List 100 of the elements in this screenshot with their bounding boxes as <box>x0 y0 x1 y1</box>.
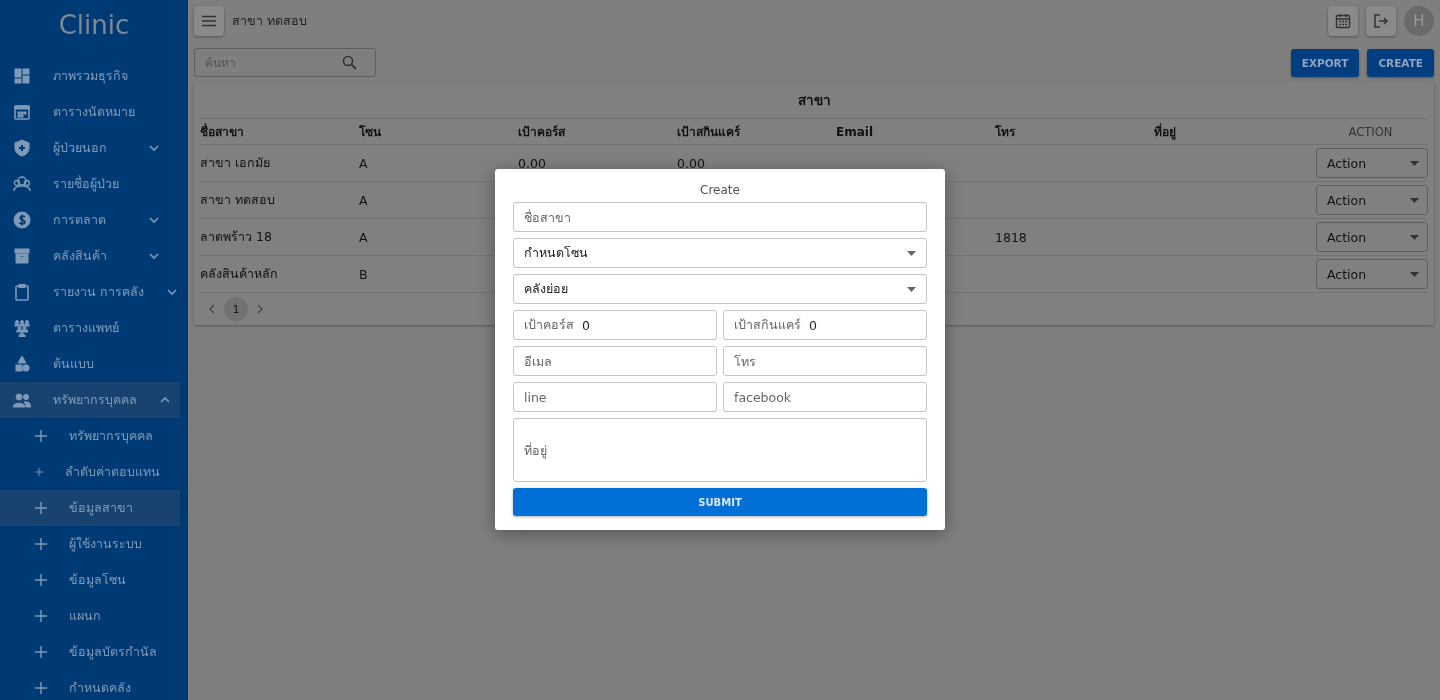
column-header: Email <box>836 124 875 139</box>
sidebar-subitem[interactable]: ข้อมูลบัตรกำนัล <box>0 634 180 670</box>
column-header: ที่อยู่ <box>1154 122 1177 141</box>
shield-plus-icon <box>13 139 31 157</box>
text-field[interactable]: facebook <box>723 382 927 412</box>
plus-icon <box>35 574 47 586</box>
caret-icon <box>907 250 916 256</box>
menu-icon <box>202 15 216 27</box>
chevron-icon <box>166 288 178 296</box>
sidebar-item[interactable]: ตารางนัดหมาย <box>0 94 180 130</box>
text-field[interactable]: ชื่อสาขา <box>513 202 927 232</box>
caret-icon <box>1410 271 1419 277</box>
table-cell-text: คลังสินค้าหลัก <box>200 265 279 283</box>
calendar-icon <box>13 103 31 121</box>
dialog-title: Create <box>699 183 741 197</box>
chevron-icon <box>148 216 160 224</box>
chevron-icon <box>148 144 160 152</box>
sidebar-group[interactable]: การตลาด <box>0 202 180 238</box>
sidebar-subitem[interactable]: ลำดับค่าตอบแทน <box>0 454 180 490</box>
plus-icon <box>35 610 47 622</box>
select-field[interactable]: กำหนดโซน <box>513 238 927 268</box>
action-dropdown[interactable]: Action <box>1316 185 1428 215</box>
chevron-icon <box>159 396 171 404</box>
plus-icon <box>35 502 47 514</box>
submit-button[interactable]: SUBMIT <box>513 488 927 516</box>
field-label: เป้าสกินแคร์ <box>734 316 801 334</box>
create-button[interactable]: CREATE <box>1367 48 1434 77</box>
sidebar-subitem[interactable]: ผู้ใช้งานระบบ <box>0 526 180 562</box>
dashboard-icon <box>13 67 31 85</box>
select-field[interactable]: คลังย่อย <box>513 274 927 304</box>
sidebar-subitem[interactable]: กำหนดคลัง <box>0 670 180 700</box>
people-grid-icon <box>13 319 31 337</box>
table-cell-text: สาขา เอกมัย <box>200 154 271 172</box>
sidebar-group[interactable]: ทรัพยากรบุคคล <box>0 382 180 418</box>
caret-icon <box>1410 197 1419 203</box>
text-field[interactable]: line <box>513 382 717 412</box>
caret-icon <box>907 286 916 292</box>
table-cell-text: ลาดพร้าว 18 <box>200 228 273 246</box>
plus-icon <box>35 466 43 478</box>
text-field[interactable]: โทร <box>723 346 927 376</box>
menu-button[interactable] <box>194 6 224 36</box>
table-cell-text: A <box>359 155 369 171</box>
people-icon <box>13 391 31 409</box>
field-label: เป้าคอร์ส <box>524 316 574 334</box>
plus-icon <box>35 538 47 550</box>
chevron-icon <box>148 252 160 260</box>
plus-icon <box>35 430 47 442</box>
shapes-icon <box>13 355 31 373</box>
search-icon <box>342 55 357 70</box>
action-dropdown[interactable]: Action <box>1316 222 1428 252</box>
sidebar-group[interactable]: คลังสินค้า <box>0 238 180 274</box>
column-header: เป้าคอร์ส <box>518 124 567 141</box>
sidebar-subitem[interactable]: แผนก <box>0 598 180 634</box>
sidebar-item[interactable]: ต้นแบบ <box>0 346 180 382</box>
sidebar-group[interactable]: ผู้ป่วยนอก <box>0 130 180 166</box>
calendar-button[interactable] <box>1328 6 1358 36</box>
table-cell-text: 0.00 <box>677 155 706 171</box>
sidebar-subitem[interactable]: ข้อมูลโซน <box>0 562 180 598</box>
sidebar-item[interactable]: รายชื่อผู้ป่วย <box>0 166 180 202</box>
action-dropdown[interactable]: Action <box>1316 148 1428 178</box>
number-field[interactable]: เป้าสกินแคร์ 0 <box>723 310 927 340</box>
column-header: ชื่อสาขา <box>200 122 245 141</box>
action-dropdown[interactable]: Action <box>1316 259 1428 289</box>
logout-icon <box>1373 13 1389 29</box>
next-page-icon[interactable] <box>256 304 264 314</box>
sidebar-subitem[interactable]: ข้อมูลสาขา <box>0 490 180 526</box>
address-field[interactable]: ที่อยู่ <box>513 418 927 482</box>
logout-button[interactable] <box>1366 6 1396 36</box>
column-header: ACTION <box>1347 124 1394 139</box>
table-title: สาขา <box>200 82 1428 119</box>
people-group-icon <box>13 175 31 193</box>
number-input[interactable]: 0 <box>809 317 916 333</box>
table-cell-text: A <box>359 192 369 208</box>
archive-box-icon <box>13 247 31 265</box>
sidebar-subitem[interactable]: ทรัพยากรบุคคล <box>0 418 180 454</box>
table-cell-text: 0.00 <box>518 155 547 171</box>
number-input[interactable]: 0 <box>582 317 706 333</box>
table-cell-text: A <box>359 229 369 245</box>
table-cell-text: B <box>359 266 369 282</box>
calendar-icon <box>1335 13 1351 29</box>
sidebar-item[interactable]: ตารางแพทย์ <box>0 310 180 346</box>
caret-icon <box>1410 160 1419 166</box>
clipboard-icon <box>13 283 31 301</box>
dollar-icon <box>13 211 31 229</box>
page-title: สาขา ทดสอบ <box>232 12 308 30</box>
export-button[interactable]: EXPORT <box>1290 48 1360 77</box>
sidebar-group[interactable]: รายงาน การคลัง <box>0 274 180 310</box>
column-header: โซน <box>359 124 382 141</box>
column-header: โทร <box>995 124 1017 141</box>
plus-icon <box>35 646 47 658</box>
table-cell-text: 1818 <box>995 229 1028 245</box>
number-field[interactable]: เป้าคอร์ส 0 <box>513 310 717 340</box>
page-number[interactable]: 1 <box>224 297 248 321</box>
table-cell-text: สาขา ทดสอบ <box>200 191 276 209</box>
text-field[interactable]: อีเมล <box>513 346 717 376</box>
column-header: เป้าสกินแคร์ <box>677 124 742 141</box>
previous-page-icon[interactable] <box>208 304 216 314</box>
plus-icon <box>35 682 47 694</box>
sidebar-item[interactable]: ภาพรวมธุรกิจ <box>0 58 180 94</box>
app-logo: Clinic <box>12 0 176 50</box>
